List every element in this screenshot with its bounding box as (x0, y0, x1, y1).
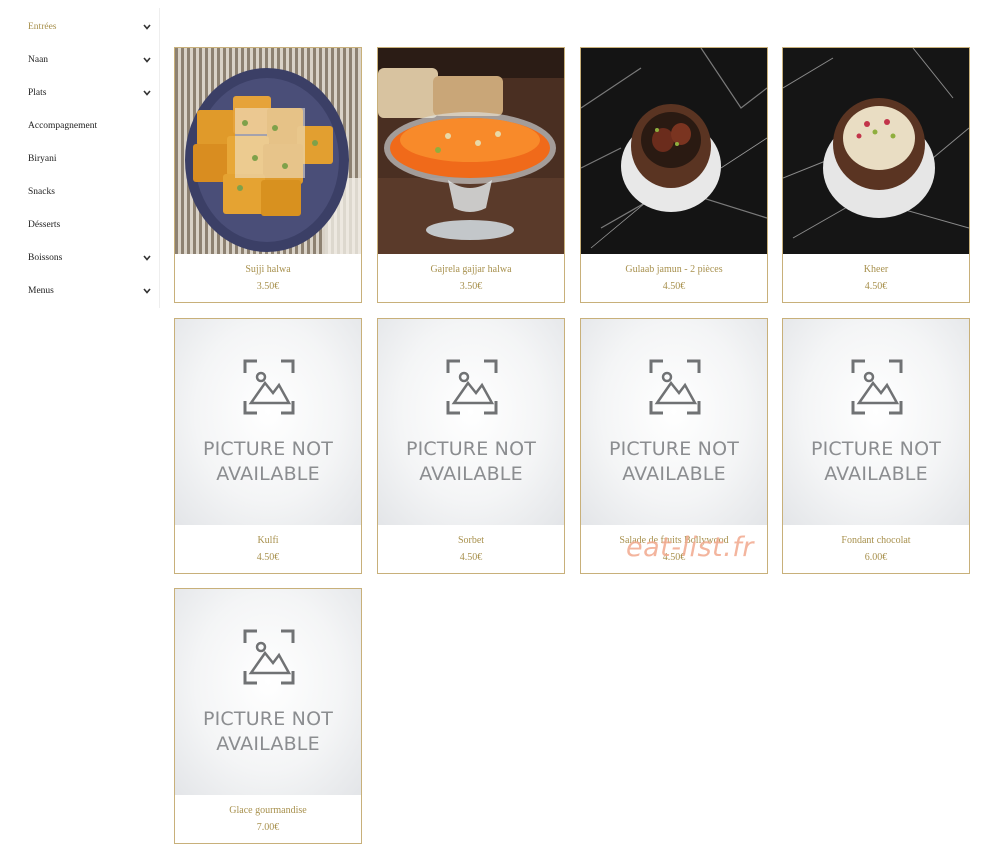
sidebar-item-label: Accompagnement (28, 121, 98, 131)
product-name: Glace gourmandise (229, 805, 307, 816)
chevron-down-icon[interactable] (142, 88, 152, 98)
sidebar-item-label: Désserts (28, 220, 61, 230)
sidebar-item-label: Boissons (28, 253, 63, 263)
placeholder-text: PICTURE NOT AVAILABLE (175, 707, 361, 757)
product-price: 4.50€ (864, 281, 888, 292)
product-image (783, 48, 969, 254)
sidebar-item-accompagnement[interactable]: Accompagnement (28, 116, 152, 136)
placeholder-line: AVAILABLE (622, 463, 726, 485)
category-sidebar: Entrées Naan Plats Accompagnement Biryan… (0, 8, 160, 308)
product-price: 3.50€ (256, 281, 280, 292)
sidebar-item-desserts[interactable]: Désserts (28, 215, 152, 235)
sidebar-item-label: Biryani (28, 154, 57, 164)
sidebar-item-label: Entrées (28, 22, 57, 32)
sidebar-item-menus[interactable]: Menus (28, 281, 152, 301)
picture-not-available: PICTURE NOT AVAILABLE (175, 319, 361, 525)
chevron-down-icon[interactable] (142, 55, 152, 65)
product-name: Gajrela gajjar halwa (430, 264, 512, 275)
product-name: Sorbet (457, 535, 485, 546)
placeholder-line: PICTURE NOT (608, 438, 740, 460)
product-image (378, 48, 564, 254)
placeholder-line: AVAILABLE (419, 463, 523, 485)
sidebar-item-plats[interactable]: Plats (28, 83, 152, 103)
chevron-down-icon[interactable] (142, 286, 152, 296)
picture-not-available: PICTURE NOT AVAILABLE (175, 589, 361, 795)
sidebar-item-label: Menus (28, 286, 54, 296)
product-price: 7.00€ (256, 822, 280, 833)
product-card[interactable]: Sujji halwa 3.50€ (174, 47, 362, 303)
placeholder-text: PICTURE NOT AVAILABLE (783, 437, 969, 487)
sidebar-item-biryani[interactable]: Biryani (28, 149, 152, 169)
product-image (175, 48, 361, 254)
picture-not-available: PICTURE NOT AVAILABLE (783, 319, 969, 525)
product-price: 4.50€ (256, 552, 280, 563)
picture-not-available: PICTURE NOT AVAILABLE (378, 319, 564, 525)
product-price: 4.50€ (459, 552, 483, 563)
placeholder-line: PICTURE NOT (810, 438, 942, 460)
product-card[interactable]: Kheer 4.50€ (782, 47, 970, 303)
image-placeholder-icon (649, 359, 701, 415)
watermark-logo: eat-list.fr (626, 532, 754, 563)
product-card[interactable]: PICTURE NOT AVAILABLE Sorbet 4.50€ (377, 318, 565, 574)
sidebar-item-label: Naan (28, 55, 49, 65)
product-name: Gulaab jamun - 2 pièces (625, 264, 723, 275)
placeholder-text: PICTURE NOT AVAILABLE (581, 437, 767, 487)
sidebar-item-boissons[interactable]: Boissons (28, 248, 152, 268)
chevron-down-icon[interactable] (142, 22, 152, 32)
product-card[interactable]: Gajrela gajjar halwa 3.50€ (377, 47, 565, 303)
sidebar-item-label: Plats (28, 88, 47, 98)
image-placeholder-icon (446, 359, 498, 415)
placeholder-line: PICTURE NOT (202, 708, 334, 730)
product-card[interactable]: PICTURE NOT AVAILABLE Fondant chocolat 6… (782, 318, 970, 574)
placeholder-line: PICTURE NOT (202, 438, 334, 460)
product-name: Fondant chocolat (841, 535, 911, 546)
product-price: 6.00€ (864, 552, 888, 563)
product-price: 4.50€ (662, 281, 686, 292)
product-name: Kulfi (257, 535, 279, 546)
placeholder-line: AVAILABLE (824, 463, 928, 485)
sidebar-item-entrees[interactable]: Entrées (28, 17, 152, 37)
product-name: Kheer (863, 264, 889, 275)
sidebar-item-snacks[interactable]: Snacks (28, 182, 152, 202)
product-name: Sujji halwa (245, 264, 291, 275)
picture-not-available: PICTURE NOT AVAILABLE (581, 319, 767, 525)
chevron-down-icon[interactable] (142, 253, 152, 263)
product-image (581, 48, 767, 254)
product-card[interactable]: Gulaab jamun - 2 pièces 4.50€ (580, 47, 768, 303)
image-placeholder-icon (851, 359, 903, 415)
placeholder-text: PICTURE NOT AVAILABLE (175, 437, 361, 487)
placeholder-text: PICTURE NOT AVAILABLE (378, 437, 564, 487)
product-price: 3.50€ (459, 281, 483, 292)
image-placeholder-icon (243, 359, 295, 415)
sidebar-item-label: Snacks (28, 187, 55, 197)
image-placeholder-icon (243, 629, 295, 685)
product-card[interactable]: PICTURE NOT AVAILABLE Kulfi 4.50€ (174, 318, 362, 574)
sidebar-item-naan[interactable]: Naan (28, 50, 152, 70)
placeholder-line: PICTURE NOT (405, 438, 537, 460)
placeholder-line: AVAILABLE (216, 733, 320, 755)
product-card[interactable]: PICTURE NOT AVAILABLE Glace gourmandise … (174, 588, 362, 844)
placeholder-line: AVAILABLE (216, 463, 320, 485)
